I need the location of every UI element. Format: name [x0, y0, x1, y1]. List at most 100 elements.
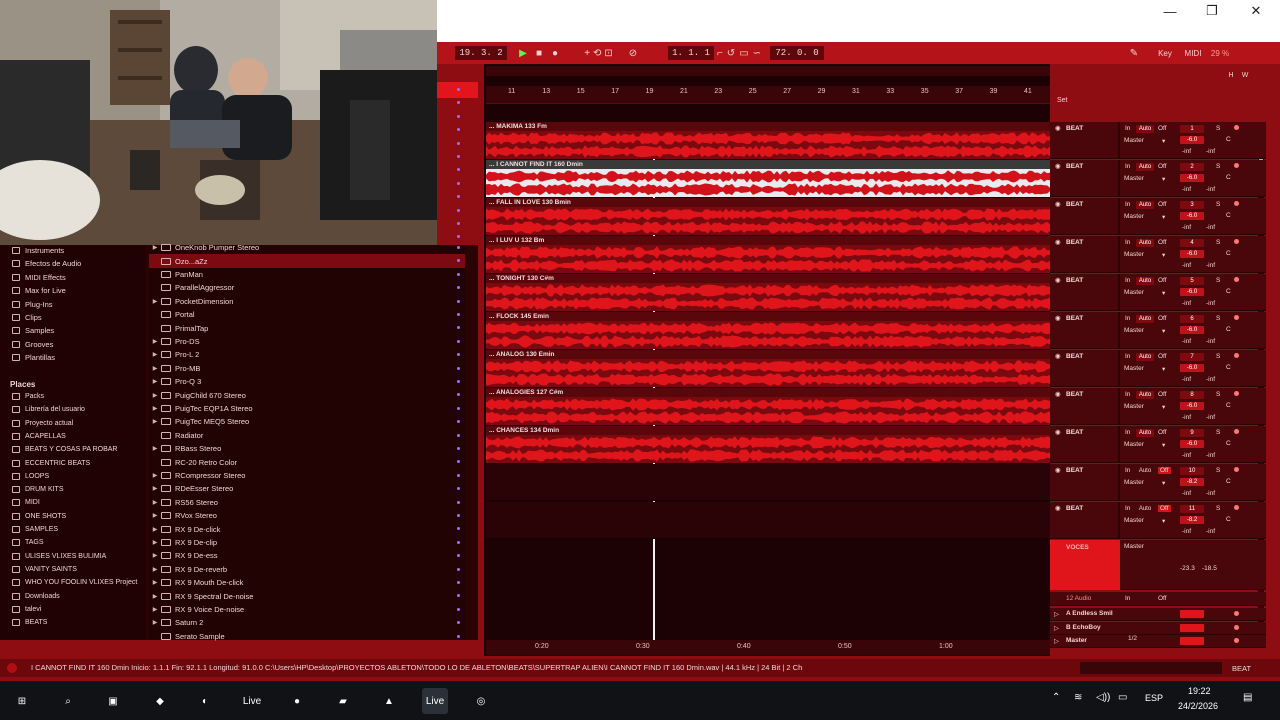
- plugin-item[interactable]: Radiator: [149, 429, 465, 442]
- play-icon[interactable]: ▶: [517, 46, 529, 60]
- track-number[interactable]: 9: [1180, 429, 1204, 437]
- return-fold-icon[interactable]: ▷: [1054, 637, 1059, 645]
- place-item[interactable]: Downloads: [12, 590, 60, 603]
- return-arm[interactable]: [1234, 638, 1239, 643]
- ableton-live-running-icon[interactable]: Live: [422, 688, 448, 714]
- monitor-off[interactable]: Off: [1158, 277, 1167, 284]
- track-volume[interactable]: -6.0: [1180, 440, 1204, 448]
- arm-button[interactable]: [1234, 505, 1239, 510]
- stop-icon[interactable]: ■: [533, 46, 545, 60]
- track-name[interactable]: BEAT: [1066, 353, 1083, 360]
- solo-button[interactable]: S: [1216, 163, 1220, 170]
- loop-start-display[interactable]: 1. 1. 1: [668, 46, 714, 60]
- audio-clip[interactable]: ... FALL IN LOVE 130 Bmin: [486, 198, 1050, 235]
- track-lane[interactable]: ... I LUV U 132 Bm: [486, 236, 1050, 273]
- pan-button[interactable]: C: [1226, 364, 1231, 371]
- audio-clip[interactable]: ... ANALOG 130 Emin: [486, 350, 1050, 387]
- plugin-item[interactable]: ▶ RVox Stereo: [149, 509, 465, 522]
- audio-clip[interactable]: ... ANALOGIES 127 C#m: [486, 388, 1050, 425]
- place-item[interactable]: ULISES VLIXES BULIMIA: [12, 550, 106, 563]
- file-explorer-icon[interactable]: ▰: [330, 688, 356, 714]
- track-name[interactable]: BEAT: [1066, 429, 1083, 436]
- monitor-auto[interactable]: Auto: [1136, 429, 1154, 437]
- return-fold-icon[interactable]: ▷: [1054, 610, 1059, 618]
- output-routing[interactable]: Master: [1124, 251, 1144, 258]
- return-track[interactable]: ▷ Master: [1050, 635, 1266, 648]
- category-item[interactable]: Max for Live: [12, 284, 66, 297]
- track-volume[interactable]: -6.0: [1180, 174, 1204, 182]
- place-item[interactable]: LOOPS: [12, 470, 49, 483]
- output-routing[interactable]: Master: [1124, 175, 1144, 182]
- category-item[interactable]: Clips: [12, 311, 42, 324]
- monitor-off[interactable]: Off: [1158, 201, 1167, 208]
- maximize-button[interactable]: ❐: [1191, 0, 1233, 22]
- place-item[interactable]: ONE SHOTS: [12, 510, 66, 523]
- arm-button[interactable]: [1234, 125, 1239, 130]
- track-fold-icon[interactable]: ◉: [1055, 390, 1061, 398]
- record-icon[interactable]: ●: [549, 46, 561, 60]
- beat-ruler[interactable]: [486, 86, 1050, 104]
- monitor-off[interactable]: Off: [1158, 353, 1167, 360]
- routing-chevron-icon[interactable]: ▾: [1162, 137, 1165, 145]
- battery-icon[interactable]: ▭: [1118, 692, 1127, 703]
- output-routing[interactable]: Master: [1124, 213, 1144, 220]
- place-item[interactable]: talevi: [12, 603, 41, 616]
- plugin-item[interactable]: ▶ RDeEsser Stereo: [149, 482, 465, 495]
- audio-clip[interactable]: ... MAKIMA 133 Fm: [486, 122, 1050, 159]
- arm-button[interactable]: [1234, 353, 1239, 358]
- audio-clip[interactable]: ... I LUV U 132 Bm: [486, 236, 1050, 273]
- tray-chevron-icon[interactable]: ⌃: [1052, 692, 1060, 703]
- monitor-auto[interactable]: Auto: [1136, 239, 1154, 247]
- copilot-icon[interactable]: ◆: [147, 688, 173, 714]
- category-item[interactable]: Plug-Ins: [12, 298, 53, 311]
- place-item[interactable]: Proyecto actual: [12, 417, 73, 430]
- routing-chevron-icon[interactable]: ▾: [1162, 213, 1165, 221]
- place-item[interactable]: VANITY SAINTS: [12, 563, 77, 576]
- pan-button[interactable]: C: [1226, 288, 1231, 295]
- overview-mini-map[interactable]: [1080, 662, 1222, 674]
- arm-button[interactable]: [1234, 467, 1239, 472]
- solo-button[interactable]: S: [1216, 239, 1220, 246]
- monitor-auto[interactable]: Auto: [1136, 391, 1154, 399]
- plugin-item[interactable]: ▶ OneKnob Pumper Stereo: [149, 241, 465, 254]
- track-volume[interactable]: -6.0: [1180, 136, 1204, 144]
- track-header[interactable]: ◉ BEAT In Auto Off Master ▾ 1 -6.0 S C -inf -inf: [1050, 122, 1266, 159]
- return-volume[interactable]: [1180, 623, 1204, 632]
- track-header[interactable]: ◉ BEAT In Auto Off Master ▾ 6 -6.0 S C -inf -inf: [1050, 312, 1266, 349]
- monitor-off[interactable]: Off: [1158, 239, 1167, 246]
- pan-button[interactable]: C: [1226, 440, 1231, 447]
- audio-track-header[interactable]: 12 Audio In Off: [1050, 592, 1266, 606]
- pan-button[interactable]: C: [1226, 516, 1231, 523]
- monitor-in[interactable]: In: [1125, 125, 1130, 132]
- place-item[interactable]: SAMPLES: [12, 523, 58, 536]
- track-volume[interactable]: -6.0: [1180, 288, 1204, 296]
- routing-chevron-icon[interactable]: ▾: [1162, 327, 1165, 335]
- plugin-item[interactable]: ▶ Pro-Q 3: [149, 375, 465, 388]
- track-name[interactable]: BEAT: [1066, 505, 1083, 512]
- key-map-button[interactable]: Key: [1155, 46, 1175, 60]
- plugin-item[interactable]: ▶ RX 9 De-ess: [149, 549, 465, 562]
- audio-clip[interactable]: ... CHANCES 134 Dmin: [486, 426, 1050, 463]
- track-volume[interactable]: -8.2: [1180, 478, 1204, 486]
- place-item[interactable]: BEATS Y COSAS PA ROBAR: [12, 443, 117, 456]
- arm-button[interactable]: [1234, 239, 1239, 244]
- plugin-item[interactable]: ▶ PuigChild 670 Stereo: [149, 388, 465, 401]
- solo-button[interactable]: S: [1216, 315, 1220, 322]
- monitor-auto[interactable]: Auto: [1136, 163, 1154, 171]
- audio-track-name[interactable]: 12 Audio: [1066, 595, 1091, 602]
- output-routing[interactable]: Master: [1124, 137, 1144, 144]
- solo-button[interactable]: S: [1216, 429, 1220, 436]
- track-number[interactable]: 4: [1180, 239, 1204, 247]
- track-name[interactable]: BEAT: [1066, 277, 1083, 284]
- monitor-in[interactable]: In: [1125, 391, 1130, 398]
- track-lane[interactable]: ... ANALOG 130 Emin: [486, 350, 1050, 387]
- plugin-item[interactable]: ▶ Pro-MB: [149, 362, 465, 375]
- return-name[interactable]: Master: [1066, 637, 1087, 644]
- monitor-off[interactable]: Off: [1158, 125, 1167, 132]
- clock-time[interactable]: 19:22: [1188, 686, 1211, 696]
- arm-button[interactable]: [1234, 277, 1239, 282]
- monitor-auto[interactable]: Auto: [1136, 277, 1154, 285]
- audio-monitor-in[interactable]: In: [1125, 595, 1130, 602]
- track-header[interactable]: ◉ BEAT In Auto Off Master ▾ 7 -6.0 S C -inf -inf: [1050, 350, 1266, 387]
- track-header[interactable]: ◉ BEAT In Auto Off Master ▾ 2 -6.0 S C -inf -inf: [1050, 160, 1266, 197]
